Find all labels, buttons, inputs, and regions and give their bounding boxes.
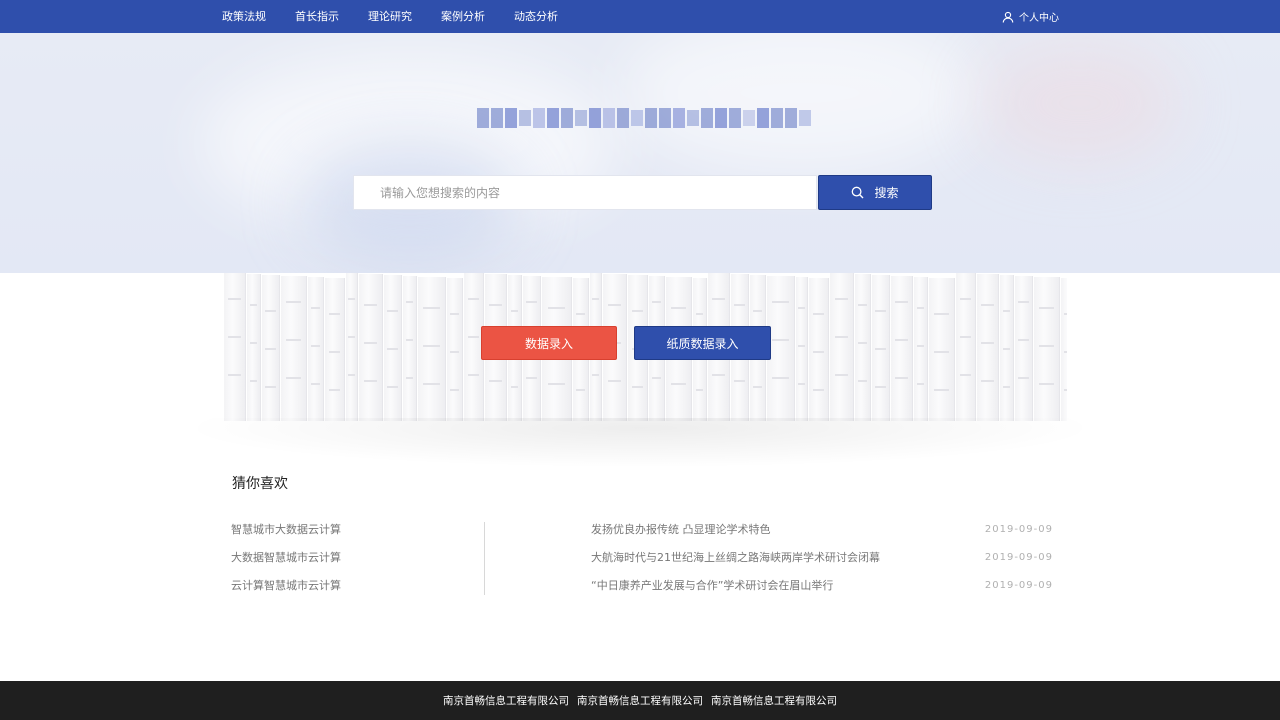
book-spine: [1015, 276, 1033, 421]
nav-item-policy[interactable]: 政策法规: [222, 0, 266, 33]
footer-company: 南京首畅信息工程有限公司: [577, 695, 703, 707]
user-center-link[interactable]: 个人中心: [1002, 0, 1059, 33]
book-spine: [977, 274, 999, 421]
book-spine: [447, 278, 463, 421]
book-spine: [956, 273, 976, 421]
user-center-label: 个人中心: [1019, 13, 1059, 24]
footer-company: 南京首畅信息工程有限公司: [711, 695, 837, 707]
list-item[interactable]: 大数据智慧城市云计算: [231, 548, 481, 576]
news-item[interactable]: “中日康养产业发展与合作”学术研讨会在眉山举行 2019-09-09: [591, 576, 1053, 604]
news-date: 2019-09-09: [984, 524, 1053, 535]
book-spine: [384, 275, 402, 421]
book-spine: [247, 274, 261, 421]
user-icon: [1002, 11, 1014, 23]
news-title: 大航海时代与21世纪海上丝绸之路海峡两岸学术研讨会闭幕: [591, 551, 880, 564]
recommend-left-list: 智慧城市大数据云计算 大数据智慧城市云计算 云计算智慧城市云计算: [231, 520, 481, 604]
paper-data-entry-button[interactable]: 纸质数据录入: [634, 326, 771, 360]
nav-item-cases[interactable]: 案例分析: [441, 0, 485, 33]
book-spine: [914, 277, 928, 421]
shelf-shadow: [180, 418, 1100, 468]
news-title: “中日康养产业发展与合作”学术研讨会在眉山举行: [591, 579, 834, 592]
search-button[interactable]: 搜索: [818, 175, 932, 210]
recommend-right-list: 发扬优良办报传统 凸显理论学术特色 2019-09-09 大航海时代与21世纪海…: [591, 520, 1053, 604]
news-item[interactable]: 大航海时代与21世纪海上丝绸之路海峡两岸学术研讨会闭幕 2019-09-09: [591, 548, 1053, 576]
hero-banner: 搜索: [0, 33, 1280, 273]
book-spine: [1000, 275, 1014, 421]
hero-title-pixelated: [477, 105, 817, 131]
book-spine: [224, 273, 246, 421]
news-date: 2019-09-09: [984, 552, 1053, 563]
list-item[interactable]: 云计算智慧城市云计算: [231, 576, 481, 604]
book-spine: [308, 277, 324, 421]
book-spine: [403, 276, 417, 421]
hero-cloud-decoration: [980, 43, 1180, 163]
book-spine: [809, 278, 829, 421]
book-spine: [359, 274, 383, 421]
news-item[interactable]: 发扬优良办报传统 凸显理论学术特色 2019-09-09: [591, 520, 1053, 548]
book-spine: [855, 274, 871, 421]
book-spine: [1061, 278, 1067, 421]
book-spine: [796, 277, 808, 421]
footer: 南京首畅信息工程有限公司 南京首畅信息工程有限公司 南京首畅信息工程有限公司: [0, 681, 1280, 720]
search-button-label: 搜索: [874, 186, 899, 200]
book-spine: [830, 273, 854, 421]
book-spine: [891, 276, 913, 421]
search-icon: [852, 186, 864, 199]
news-date: 2019-09-09: [984, 580, 1053, 591]
list-item[interactable]: 智慧城市大数据云计算: [231, 520, 481, 548]
news-title: 发扬优良办报传统 凸显理论学术特色: [591, 523, 771, 536]
book-spine: [1034, 277, 1060, 421]
nav-item-dynamics[interactable]: 动态分析: [514, 0, 558, 33]
search-input[interactable]: [353, 175, 817, 210]
book-spine: [418, 277, 446, 421]
recommend-title: 猜你喜欢: [232, 476, 288, 492]
data-entry-button[interactable]: 数据录入: [481, 326, 617, 360]
book-spine: [929, 278, 955, 421]
book-spine: [325, 278, 345, 421]
list-divider: [484, 522, 485, 595]
nav-item-theory[interactable]: 理论研究: [368, 0, 412, 33]
nav-item-instructions[interactable]: 首长指示: [295, 0, 339, 33]
footer-company: 南京首畅信息工程有限公司: [443, 695, 569, 707]
book-spine: [281, 276, 307, 421]
hero-cloud-decoration: [620, 33, 980, 173]
book-spine: [872, 275, 890, 421]
book-spine: [767, 276, 795, 421]
book-spine: [346, 273, 358, 421]
book-spine: [262, 275, 280, 421]
top-nav: 政策法规 首长指示 理论研究 案例分析 动态分析 个人中心: [0, 0, 1280, 33]
